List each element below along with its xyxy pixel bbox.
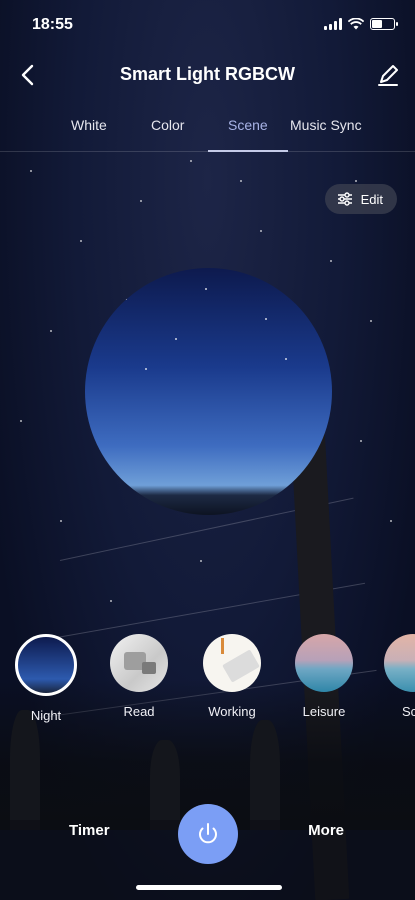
star: [80, 240, 82, 242]
star: [30, 170, 32, 172]
wifi-icon: [348, 18, 364, 30]
star: [360, 440, 362, 442]
star: [370, 320, 372, 322]
power-button[interactable]: [178, 804, 238, 864]
star: [200, 560, 202, 562]
status-icons: [324, 18, 398, 30]
scene-leisure[interactable]: Leisure: [293, 634, 355, 719]
tab-white[interactable]: White: [71, 117, 107, 133]
star: [240, 180, 242, 182]
active-tab-indicator: [208, 150, 288, 152]
tab-bar: White Color Scene Music Sync: [0, 110, 415, 152]
star: [140, 200, 142, 202]
star: [20, 420, 22, 422]
status-time: 18:55: [32, 16, 73, 33]
scene-list: Night Read Working Leisure Sc: [0, 634, 415, 724]
star: [60, 520, 62, 522]
scene-label: Read: [123, 704, 155, 719]
tab-color[interactable]: Color: [151, 117, 184, 133]
scene-thumbnail: [15, 634, 77, 696]
bottom-bar: Timer More: [0, 790, 415, 900]
star: [330, 260, 332, 262]
scene-preview-image: [85, 268, 332, 515]
star: [390, 520, 392, 522]
edit-label: Edit: [360, 191, 383, 207]
star: [110, 600, 112, 602]
scene-label: Working: [208, 704, 256, 719]
home-indicator[interactable]: [136, 885, 282, 890]
power-icon: [199, 823, 217, 844]
scene-night[interactable]: Night: [15, 634, 77, 723]
star: [355, 180, 357, 182]
battery-icon: [370, 18, 398, 30]
pencil-icon[interactable]: [373, 60, 403, 90]
scene-read[interactable]: Read: [108, 634, 170, 719]
more-button[interactable]: More: [308, 822, 344, 839]
scene-working[interactable]: Working: [201, 634, 263, 719]
scene-thumbnail: [110, 634, 168, 692]
scene-label: Sc: [402, 704, 415, 719]
header: Smart Light RGBCW: [0, 58, 415, 92]
scene-thumbnail: [203, 634, 261, 692]
scene-label: Leisure: [302, 704, 346, 719]
timer-button[interactable]: Timer: [69, 822, 110, 839]
scene-label: Night: [30, 708, 62, 723]
cellular-signal-icon: [324, 18, 342, 30]
star: [50, 330, 52, 332]
edit-scenes-button[interactable]: Edit: [324, 184, 397, 214]
tab-scene[interactable]: Scene: [228, 117, 268, 133]
status-bar: 18:55: [0, 0, 415, 50]
sliders-icon: [337, 192, 352, 206]
star: [260, 230, 262, 232]
scene-thumbnail: [384, 634, 415, 692]
star: [190, 160, 192, 162]
tab-music-sync[interactable]: Music Sync: [290, 117, 362, 133]
scene-partial[interactable]: Sc: [384, 634, 415, 719]
page-title: Smart Light RGBCW: [120, 64, 295, 84]
scene-thumbnail: [295, 634, 353, 692]
